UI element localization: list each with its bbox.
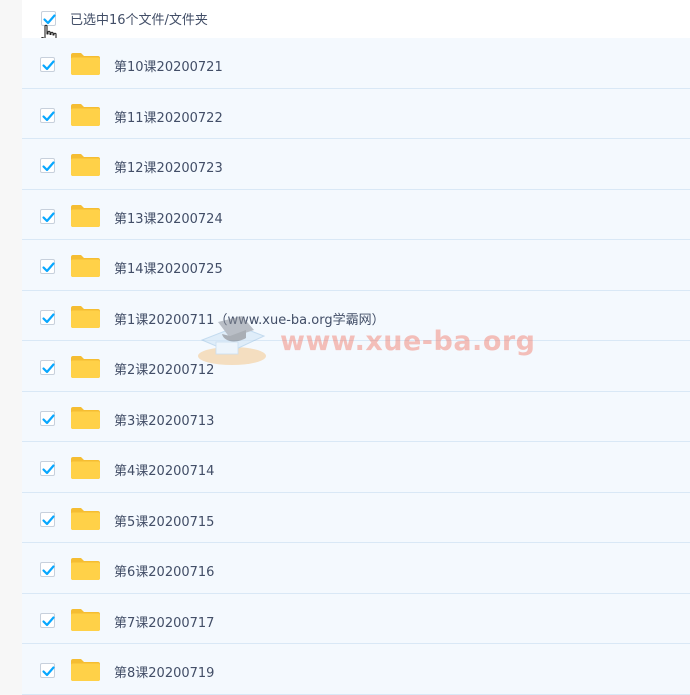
checkmark-icon <box>42 110 55 121</box>
row-checkbox[interactable] <box>40 57 55 72</box>
file-name[interactable]: 第11课20200722 <box>114 107 223 126</box>
file-row[interactable]: 第14课20200725 <box>22 240 690 291</box>
checkmark-icon <box>42 211 55 222</box>
folder-icon <box>71 204 100 227</box>
file-row[interactable]: 第4课20200714 <box>22 442 690 493</box>
file-name[interactable]: 第12课20200723 <box>114 157 223 176</box>
folder-icon <box>71 154 100 176</box>
selection-header: 已选中16个文件/文件夹 <box>22 0 690 38</box>
file-name[interactable]: 第1课20200711（www.xue-ba.org学霸网） <box>114 309 385 328</box>
folder-icon <box>71 103 100 126</box>
file-row[interactable]: 第1课20200711（www.xue-ba.org学霸网） <box>22 290 690 341</box>
folder-icon <box>71 53 100 75</box>
checkmark-icon <box>42 312 55 323</box>
checkmark-icon <box>42 514 55 525</box>
file-row[interactable]: 第7课20200717 <box>22 593 690 644</box>
row-checkbox[interactable] <box>40 511 55 527</box>
row-checkbox[interactable] <box>40 360 55 375</box>
file-row[interactable]: 第12课20200723 <box>22 139 690 190</box>
file-row[interactable]: 第13课20200724 <box>22 189 690 240</box>
checkmark-icon <box>42 413 55 424</box>
selection-count-text: 已选中16个文件/文件夹 <box>70 13 208 28</box>
checkmark-icon <box>42 60 55 71</box>
folder-icon <box>71 457 100 479</box>
row-checkbox[interactable] <box>40 410 55 426</box>
folder-icon <box>71 507 100 530</box>
row-checkbox[interactable] <box>40 562 55 577</box>
file-row[interactable]: 第10课20200721 <box>22 38 690 89</box>
file-row[interactable]: 第3课20200713 <box>22 391 690 442</box>
left-gutter <box>0 0 22 688</box>
folder-icon <box>71 608 100 631</box>
checkmark-icon <box>42 666 55 677</box>
file-row[interactable]: 第11课20200722 <box>22 88 690 139</box>
row-checkbox[interactable] <box>40 107 55 123</box>
folder-icon <box>71 305 100 328</box>
folder-icon <box>71 558 100 580</box>
file-list-page: 已选中16个文件/文件夹 第10课20200721 第11课20200722 第12… <box>0 0 690 695</box>
file-row[interactable]: 第2课20200712 <box>22 341 690 392</box>
file-list: 第10课20200721 第11课20200722 第12课20200723 第13课… <box>22 38 690 695</box>
file-name[interactable]: 第8课20200719 <box>114 662 214 681</box>
folder-icon <box>71 659 100 681</box>
file-name[interactable]: 第7课20200717 <box>114 612 214 631</box>
folder-icon <box>71 356 100 378</box>
file-name[interactable]: 第14课20200725 <box>114 258 223 277</box>
row-checkbox[interactable] <box>40 208 55 224</box>
file-name[interactable]: 第13课20200724 <box>114 208 223 227</box>
row-checkbox[interactable] <box>40 259 55 274</box>
file-row[interactable]: 第8课20200719 <box>22 644 690 695</box>
file-name[interactable]: 第3课20200713 <box>114 410 214 429</box>
file-name[interactable]: 第5课20200715 <box>114 511 214 530</box>
folder-icon <box>71 255 100 277</box>
row-checkbox[interactable] <box>40 309 55 325</box>
row-checkbox[interactable] <box>40 663 55 678</box>
row-checkbox[interactable] <box>40 612 55 628</box>
row-checkbox[interactable] <box>40 461 55 476</box>
file-row[interactable]: 第5课20200715 <box>22 492 690 543</box>
row-checkbox[interactable] <box>40 158 55 173</box>
checkmark-icon <box>42 262 55 273</box>
file-name[interactable]: 第2课20200712 <box>114 359 214 378</box>
checkmark-icon <box>42 161 55 172</box>
folder-icon <box>71 406 100 429</box>
file-name[interactable]: 第4课20200714 <box>114 460 214 479</box>
file-name[interactable]: 第6课20200716 <box>114 561 214 580</box>
file-name[interactable]: 第10课20200721 <box>114 56 223 75</box>
file-row[interactable]: 第6课20200716 <box>22 543 690 594</box>
checkmark-icon <box>42 615 55 626</box>
checkmark-icon <box>42 464 55 475</box>
checkmark-icon <box>42 565 55 576</box>
checkmark-icon <box>42 363 55 374</box>
